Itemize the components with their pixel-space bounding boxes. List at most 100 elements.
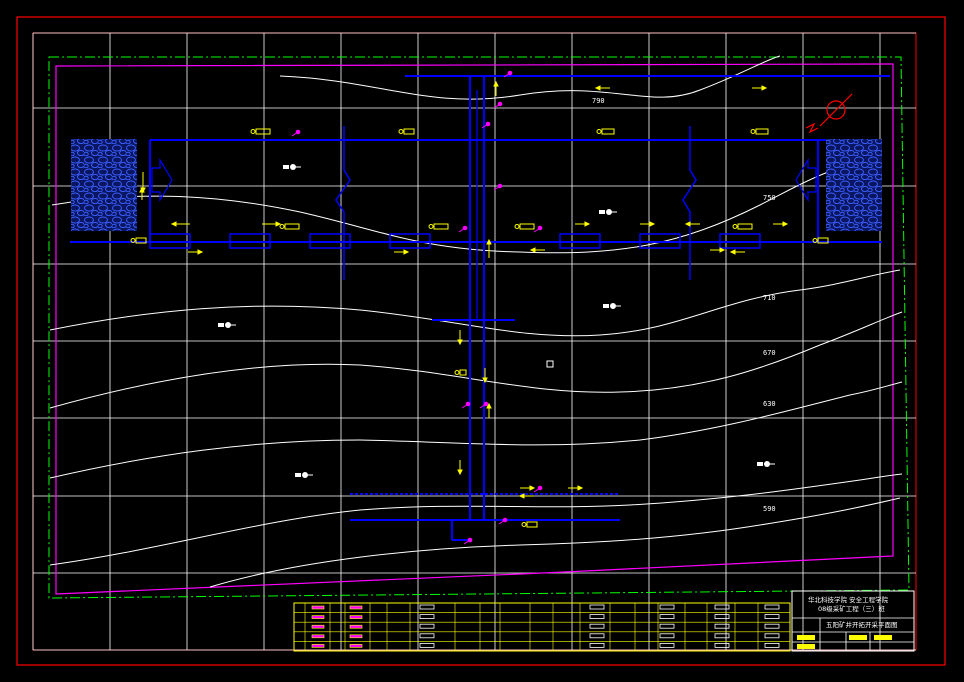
fan-symbol-body [757,462,763,466]
fan-symbol-body [603,304,609,308]
legend-symbol [714,623,730,629]
fan-symbol-body [599,210,605,214]
fan-symbol-rotor [610,303,616,309]
contour-label: 590 [763,505,776,513]
annotation-arrow-head [729,249,736,255]
legend-symbol [714,643,730,648]
legend-symbol [659,614,675,619]
annotation-arrow-head [577,485,584,491]
fault-lines [335,126,697,280]
equipment-symbol [519,223,535,230]
inner-frame [32,32,917,651]
fan-symbol-rotor [764,461,770,467]
legend-symbol [764,604,780,610]
legend-swatch [311,634,325,639]
equipment-symbol [732,224,738,229]
legend-symbol [419,604,435,610]
equipment-symbol [514,224,520,229]
equipment-symbol [750,129,756,134]
equipment-symbol [755,128,769,135]
legend-symbol [419,623,435,629]
legend-symbol [659,633,675,639]
annotation-arrow-head [684,221,691,227]
equipment-symbol [521,522,527,527]
equipment-symbol [279,224,285,229]
legend-symbol [764,614,780,619]
equipment-symbol [596,129,602,134]
legend-swatch [311,624,325,629]
fan-symbol-body [295,473,301,477]
annotation-arrow-head [649,221,656,227]
fan-symbol-body [218,323,224,327]
annotation-arrow-head [457,469,463,476]
fan-symbol-body [283,165,289,169]
equipment-symbol [403,128,415,135]
contour-label: 750 [763,194,776,202]
annotation-arrow-head [761,85,768,91]
legend-symbol [659,643,675,648]
legend-swatch [349,624,363,629]
equipment-symbol [255,128,271,135]
legend-symbol [589,614,605,619]
legend-symbol [764,643,780,648]
coordinate-grid [32,32,916,651]
legend-swatch [349,644,363,648]
legend-symbol [419,614,435,619]
legend-swatch [311,605,325,610]
legend-swatch [349,605,363,610]
contour-label: 670 [763,349,776,357]
legend-swatch [311,644,325,648]
legend-symbol [714,604,730,610]
legend-symbol [589,604,605,610]
annotation-arrow-head [403,249,410,255]
legend-symbol [589,633,605,639]
equipment-symbol [526,521,538,528]
annotation-arrow-head [457,339,463,346]
legend-symbol [714,614,730,619]
legend-symbol [419,633,435,639]
legend-symbol [419,643,435,648]
equipment-symbol [433,223,449,230]
annotation-arrow-head [275,221,282,227]
legend-symbol [714,633,730,639]
legend-symbol [659,623,675,629]
fan-symbol-rotor [302,472,308,478]
equipment-symbol [250,129,256,134]
equipment-symbol [454,370,460,375]
annotation-arrow-head [782,221,789,227]
legend-swatch [311,615,325,619]
contour-label: 630 [763,400,776,408]
fan-symbol-rotor [606,209,612,215]
annotation-arrow-head [594,85,601,91]
fan-symbol-rotor [290,164,296,170]
annotation-arrows [130,80,829,528]
equipment-symbol [398,129,404,134]
mining-boundary-green [48,56,910,599]
legend-symbol [764,633,780,639]
legend-symbol [589,643,605,648]
annotation-arrow-head [170,221,177,227]
legend-symbol [659,604,675,610]
annotation-arrow-head [197,249,204,255]
rock-area-right [826,139,882,231]
annotation-arrow-head [486,238,492,245]
drawing-title: 五阳矿井开拓开采平面图 [826,621,898,629]
legend-table [293,602,791,652]
annotation-arrow-head [529,247,536,253]
equipment-symbol [284,223,300,230]
fan-symbol-rotor [225,322,231,328]
mining-boundary-magenta [55,63,894,595]
north-arrow-icon [805,93,853,134]
mine-plan-drawing [16,16,946,666]
roadways [70,75,890,541]
legend-symbol [589,623,605,629]
contour-label: 710 [763,294,776,302]
annotation-arrow-head [584,221,591,227]
equipment-symbol [459,369,467,376]
annotation-arrow-head [529,485,536,491]
equipment-symbol [428,224,434,229]
legend-swatch [349,615,363,619]
rock-area-left [71,139,137,231]
legend-symbol [764,623,780,629]
legend-swatch [349,634,363,639]
